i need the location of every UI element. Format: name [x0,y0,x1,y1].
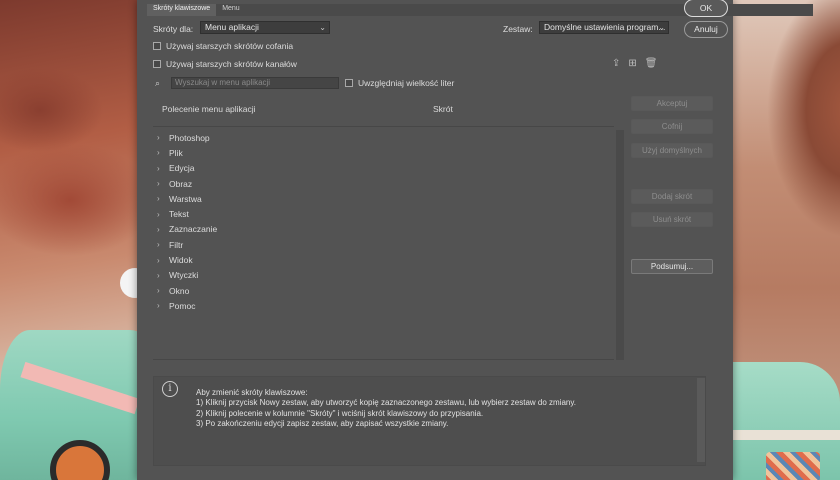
cancel-button[interactable]: Anuluj [684,21,728,38]
info-line: Aby zmienić skróty klawiszowe: [196,388,308,397]
shortcuts-for-label: Skróty dla: [153,24,194,34]
chevron-right-icon[interactable]: › [157,179,164,188]
legacy-undo-option[interactable]: Używaj starszych skrótów cofania [153,41,293,51]
tab-menus[interactable]: Menu [216,4,246,16]
chevron-right-icon[interactable]: › [157,240,164,249]
info-line: 2) Kliknij polecenie w kolumnie "Skróty"… [196,408,484,418]
summarize-button[interactable]: Podsumuj... [631,259,713,274]
tree-item[interactable]: › Edycja [153,161,614,176]
chevron-right-icon[interactable]: › [157,194,164,203]
ok-button[interactable]: OK [684,0,728,17]
tree-item-label: Okno [169,285,190,296]
search-input[interactable]: Wyszukaj w menu aplikacji [171,77,339,89]
tree-item[interactable]: › Zaznaczanie [153,222,614,237]
info-icon: i [162,381,178,397]
chevron-down-icon: ⌄ [658,23,665,32]
chevron-right-icon[interactable]: › [157,286,164,295]
list-empty-area [153,314,614,360]
legacy-channel-label: Używaj starszych skrótów kanałów [166,59,297,69]
car-trim [730,430,840,440]
tree-item[interactable]: › Photoshop [153,130,614,145]
tree-item[interactable]: › Warstwa [153,191,614,206]
table-header: Polecenie menu aplikacji Skrót [153,95,614,127]
info-panel: i Aby zmienić skróty klawiszowe: 1) Klik… [153,376,706,466]
tree-item-label: Warstwa [169,193,202,204]
add-shortcut-button[interactable]: Dodaj skrót [631,189,713,204]
tree-item[interactable]: › Filtr [153,237,614,252]
tree-item-label: Photoshop [169,132,210,143]
chevron-right-icon[interactable]: › [157,210,164,219]
tab-keyboard-shortcuts[interactable]: Skróty klawiszowe [147,4,217,16]
tree-item[interactable]: › Plik [153,145,614,160]
tree-item[interactable]: › Tekst [153,206,614,221]
tree-item[interactable]: › Okno [153,283,614,298]
search-placeholder: Wyszukaj w menu aplikacji [175,78,271,87]
set-select[interactable]: Domyślne ustawienia program... ⌄ [539,21,669,34]
column-header-shortcut[interactable]: Skrót [433,104,453,114]
chevron-right-icon[interactable]: › [157,164,164,173]
info-scrollbar[interactable] [697,378,705,462]
column-header-command[interactable]: Polecenie menu aplikacji [162,104,256,114]
set-actions: ⇪ ⊞ 🗑 [612,58,657,69]
tree-item[interactable]: › Pomoc [153,298,614,313]
tree-item-label: Obraz [169,178,193,189]
tree-item-label: Tekst [169,209,189,220]
tree-item[interactable]: › Obraz [153,176,614,191]
legacy-undo-label: Używaj starszych skrótów cofania [166,41,294,51]
luggage-bag [766,452,820,480]
legacy-channel-option[interactable]: Używaj starszych skrótów kanałów [153,59,297,69]
tree-item-label: Zaznaczanie [169,224,218,235]
menu-command-tree: › Photoshop › Plik › Edycja › Obraz › Warstwa… [153,130,614,314]
shortcuts-for-select[interactable]: Menu aplikacji ⌄ [200,21,330,34]
info-line: 1) Kliknij przycisk Nowy zestaw, aby utw… [196,398,577,408]
chevron-right-icon[interactable]: › [157,271,164,280]
keyboard-shortcuts-dialog: Skróty klawiszowe Menu OK Anuluj Skróty … [137,0,813,480]
tree-item-label: Edycja [169,163,195,174]
tree-item-label: Filtr [169,239,184,250]
legacy-channel-checkbox[interactable] [153,60,161,68]
remove-shortcut-button[interactable]: Usuń skrót [631,212,713,227]
set-value: Domyślne ustawienia program... [544,22,666,32]
tree-item[interactable]: › Widok [153,252,614,267]
accept-button[interactable]: Akceptuj [631,96,713,111]
chevron-right-icon[interactable]: › [157,301,164,310]
undo-button[interactable]: Cofnij [631,119,713,134]
chevron-right-icon[interactable]: › [157,256,164,265]
legacy-undo-checkbox[interactable] [153,42,161,50]
new-set-icon[interactable]: ⊞ [628,58,636,69]
set-label: Zestaw: [503,24,533,34]
chevron-right-icon[interactable]: › [157,133,164,142]
use-default-button[interactable]: Użyj domyślnych [631,143,713,158]
info-text: Aby zmienić skróty klawiszowe: 1) Klikni… [196,388,666,429]
tree-item-label: Wtyczki [169,270,199,281]
match-case-option[interactable]: Uwzględniaj wielkość liter [345,78,454,88]
save-set-icon[interactable]: ⇪ [612,58,620,69]
tree-item-label: Plik [169,147,183,158]
chevron-right-icon[interactable]: › [157,225,164,234]
match-case-checkbox[interactable] [345,79,353,87]
tree-item[interactable]: › Wtyczki [153,268,614,283]
trash-icon[interactable]: 🗑 [645,58,658,69]
tree-item-label: Widok [169,255,193,266]
search-icon: ⌕ [155,78,161,88]
chevron-right-icon[interactable]: › [157,148,164,157]
chevron-down-icon: ⌄ [319,23,326,32]
shortcuts-for-value: Menu aplikacji [205,22,259,32]
tree-item-label: Pomoc [169,300,196,311]
info-line: 3) Po zakończeniu edycji zapisz zestaw, … [196,418,449,428]
tree-scrollbar[interactable] [616,130,624,360]
match-case-label: Uwzględniaj wielkość liter [358,78,455,88]
